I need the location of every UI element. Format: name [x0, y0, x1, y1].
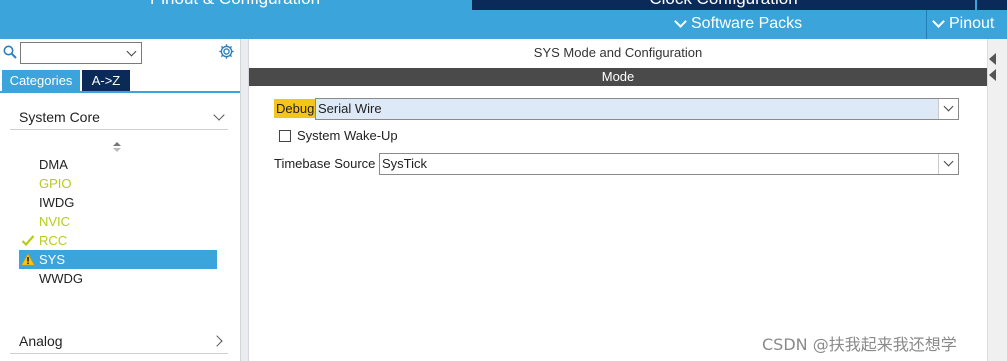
timebase-source-label: Timebase Source: [274, 156, 376, 171]
category-divider: [10, 353, 228, 354]
collapse-arrow-icon[interactable]: [989, 69, 996, 81]
category-label: Analog: [19, 333, 63, 349]
list-item-gpio[interactable]: GPIO: [19, 174, 217, 193]
debug-select[interactable]: Serial Wire: [315, 98, 959, 120]
software-packs-menu[interactable]: Software Packs: [674, 14, 803, 34]
list-item-sys[interactable]: SYS: [19, 250, 217, 269]
chevron-right-icon: [211, 335, 223, 347]
tab-pinout-configuration[interactable]: Pinout & Configuration: [0, 0, 470, 10]
list-item-label: NVIC: [39, 214, 71, 229]
category-label: System Core: [19, 109, 100, 125]
software-packs-label: Software Packs: [691, 15, 803, 32]
system-wakeup-row: System Wake-Up: [279, 127, 398, 144]
chevron-down-icon[interactable]: [126, 46, 137, 57]
list-item-label: RCC: [39, 233, 68, 248]
search-input[interactable]: [20, 42, 142, 64]
top-bar: Pinout & Configuration Clock Configurati…: [0, 0, 1007, 39]
panel-splitter[interactable]: [241, 39, 249, 361]
list-item-iwdg[interactable]: IWDG: [19, 193, 217, 212]
tabs-underline: [0, 91, 240, 93]
checkmark-icon: [21, 235, 35, 247]
warning-icon: [21, 253, 35, 266]
collapse-arrow-icon[interactable]: [989, 53, 996, 65]
pinout-menu-label: Pinout: [949, 15, 995, 32]
system-wakeup-label: System Wake-Up: [297, 128, 398, 143]
search-icon[interactable]: [3, 45, 17, 59]
list-item-wwdg[interactable]: WWDG: [19, 269, 217, 288]
tab-clock-configuration[interactable]: Clock Configuration: [472, 0, 975, 10]
chevron-down-icon: [213, 109, 225, 121]
right-scrollbar[interactable]: [987, 39, 1007, 361]
category-divider: [10, 129, 228, 130]
list-item-dma[interactable]: DMA: [19, 155, 217, 174]
gear-icon[interactable]: [218, 43, 235, 60]
tab-categories[interactable]: Categories: [2, 70, 80, 91]
page-title: SYS Mode and Configuration: [533, 45, 703, 60]
chevron-down-icon: [674, 15, 687, 28]
system-core-list: DMA GPIO IWDG NVIC RCC SYS WWDG: [19, 155, 217, 288]
tab-a-z[interactable]: A->Z: [82, 70, 130, 91]
app-window: Pinout & Configuration Clock Configurati…: [0, 0, 1007, 361]
tab-overflow[interactable]: [977, 0, 1007, 10]
pinout-menu[interactable]: Pinout: [932, 14, 995, 34]
timebase-source-select[interactable]: SysTick: [379, 153, 959, 175]
list-item-label: WWDG: [39, 271, 84, 286]
category-analog[interactable]: Analog: [19, 329, 227, 353]
watermark: CSDN @扶我起来我还想学: [762, 335, 957, 354]
view-tabs: Categories A->Z: [2, 70, 130, 91]
main-panel: SYS Mode and Configuration Mode Debug Se…: [249, 39, 987, 361]
list-item-label: IWDG: [39, 195, 75, 210]
menu-divider: [926, 10, 927, 39]
chevron-down-icon: [943, 156, 954, 167]
category-system-core[interactable]: System Core: [19, 105, 227, 129]
list-item-rcc[interactable]: RCC: [19, 231, 217, 250]
system-wakeup-checkbox[interactable]: [279, 129, 291, 142]
list-item-nvic[interactable]: NVIC: [19, 212, 217, 231]
left-panel: Categories A->Z System Core DMA GPIO IWD…: [0, 39, 241, 361]
mode-section-header: Mode: [249, 68, 987, 86]
timebase-select-value: SysTick: [382, 156, 428, 171]
list-item-label: GPIO: [39, 176, 72, 191]
sort-icon[interactable]: [112, 141, 122, 153]
debug-dropdown-button[interactable]: [938, 99, 958, 119]
chevron-down-icon: [932, 15, 945, 28]
debug-label: Debug: [274, 99, 317, 118]
timebase-dropdown-button[interactable]: [938, 154, 958, 174]
list-item-label: SYS: [39, 252, 66, 267]
debug-select-value: Serial Wire: [318, 101, 382, 116]
list-item-label: DMA: [39, 157, 68, 172]
chevron-down-icon: [943, 101, 954, 112]
